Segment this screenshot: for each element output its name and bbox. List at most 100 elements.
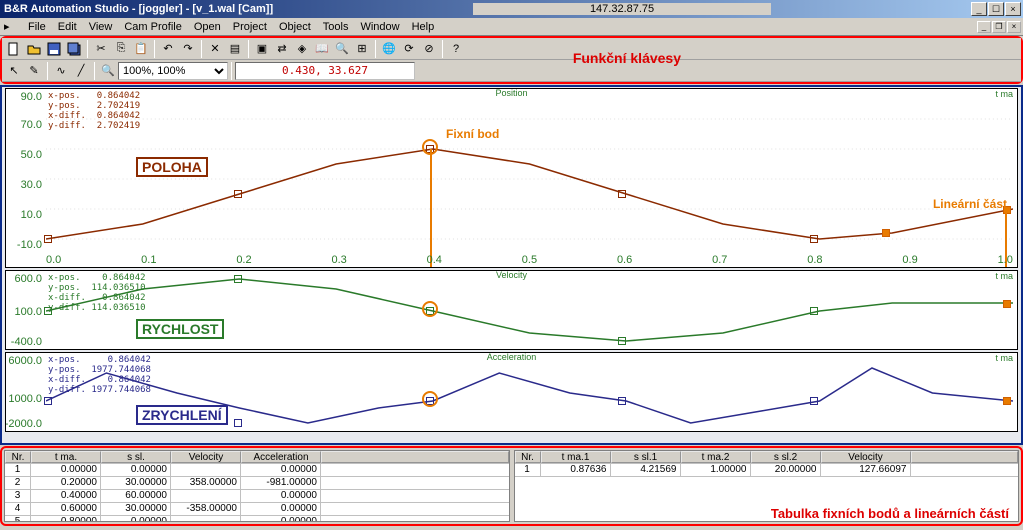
table-row[interactable]: 40.6000030.00000-358.000000.00000 <box>5 503 509 516</box>
table-cell[interactable]: 3 <box>5 490 31 502</box>
table-fixpoints[interactable]: Nr. t ma. s sl. Velocity Acceleration 10… <box>4 450 510 522</box>
table-row[interactable]: 10.876364.215691.0000020.00000127.66097 <box>515 464 1019 477</box>
table-cell[interactable]: 0.87636 <box>541 464 611 476</box>
menu-file[interactable]: File <box>22 20 52 34</box>
curve-marker[interactable] <box>618 190 626 198</box>
linear-marker[interactable] <box>1003 300 1011 308</box>
cut-icon[interactable]: ✂ <box>92 40 110 58</box>
col-ssl1[interactable]: s sl.1 <box>611 451 681 463</box>
table-cell[interactable]: 358.00000 <box>171 477 241 489</box>
chart-velocity[interactable]: Velocity t ma 600.0 100.0 -400.0 x-pos. … <box>5 270 1018 350</box>
table-row[interactable]: 20.2000030.00000358.00000-981.00000 <box>5 477 509 490</box>
table-cell[interactable]: 30.00000 <box>101 477 171 489</box>
table-row[interactable]: 50.800000.000000.00000 <box>5 516 509 522</box>
save-icon[interactable] <box>45 40 63 58</box>
table-cell[interactable] <box>171 516 241 522</box>
curve-marker[interactable] <box>234 190 242 198</box>
help-icon[interactable]: ? <box>447 40 465 58</box>
curve-marker[interactable] <box>234 419 242 427</box>
table-cell[interactable] <box>171 490 241 502</box>
col-velocity[interactable]: Velocity <box>821 451 911 463</box>
curve-marker[interactable] <box>44 397 52 405</box>
mdi-minimize-button[interactable]: _ <box>977 21 991 33</box>
zoom-select[interactable]: 100%, 100% <box>118 62 228 80</box>
pencil-icon[interactable]: ✎ <box>25 62 43 80</box>
table-cell[interactable]: 60.00000 <box>101 490 171 502</box>
table-cell[interactable]: 1 <box>5 464 31 476</box>
table-cell[interactable]: 5 <box>5 516 31 522</box>
close-button[interactable]: × <box>1005 2 1021 16</box>
curve-marker[interactable] <box>618 397 626 405</box>
table-cell[interactable]: 0.00000 <box>241 490 321 502</box>
table-cell[interactable]: 0.00000 <box>101 516 171 522</box>
menu-open[interactable]: Open <box>188 20 227 34</box>
menu-edit[interactable]: Edit <box>52 20 83 34</box>
table-row[interactable]: 30.4000060.00000 0.00000 <box>5 490 509 503</box>
line-icon[interactable]: ╱ <box>72 62 90 80</box>
paste-icon[interactable]: 📋 <box>132 40 150 58</box>
curve-marker[interactable] <box>234 275 242 283</box>
table-cell[interactable]: 0.00000 <box>241 464 321 476</box>
table-cell[interactable]: -981.00000 <box>241 477 321 489</box>
col-nr[interactable]: Nr. <box>515 451 541 463</box>
table-cell[interactable]: 4 <box>5 503 31 515</box>
table-cell[interactable]: 0.00000 <box>241 503 321 515</box>
table-cell[interactable]: 0.00000 <box>31 464 101 476</box>
table-cell[interactable]: -358.00000 <box>171 503 241 515</box>
open-icon[interactable] <box>25 40 43 58</box>
linear-marker[interactable] <box>1003 397 1011 405</box>
table-cell[interactable]: 0.80000 <box>31 516 101 522</box>
table-cell[interactable]: 0.20000 <box>31 477 101 489</box>
transfer-icon[interactable]: ⇄ <box>273 40 291 58</box>
monitor-icon[interactable]: ◈ <box>293 40 311 58</box>
chart-position[interactable]: Position t ma 90.0 70.0 50.0 30.0 10.0 -… <box>5 88 1018 268</box>
globe-icon[interactable]: 🌐 <box>380 40 398 58</box>
saveall-icon[interactable] <box>65 40 83 58</box>
col-tma1[interactable]: t ma.1 <box>541 451 611 463</box>
refresh-icon[interactable]: ⟳ <box>400 40 418 58</box>
delete-icon[interactable]: ✕ <box>206 40 224 58</box>
table-cell[interactable]: 0.00000 <box>101 464 171 476</box>
col-accel[interactable]: Acceleration <box>241 451 321 463</box>
maximize-button[interactable]: ☐ <box>988 2 1004 16</box>
curve-marker[interactable] <box>810 307 818 315</box>
table-cell[interactable]: 127.66097 <box>821 464 911 476</box>
menu-window[interactable]: Window <box>354 20 405 34</box>
menu-view[interactable]: View <box>83 20 119 34</box>
col-tma2[interactable]: t ma.2 <box>681 451 751 463</box>
curve-marker[interactable] <box>810 397 818 405</box>
menu-project[interactable]: Project <box>227 20 273 34</box>
menu-camprofile[interactable]: Cam Profile <box>118 20 187 34</box>
chart-acceleration[interactable]: Acceleration t ma 6000.0 1000.0 -2000.0 … <box>5 352 1018 432</box>
col-nr[interactable]: Nr. <box>5 451 31 463</box>
mdi-close-button[interactable]: × <box>1007 21 1021 33</box>
find-icon[interactable]: 🔍 <box>333 40 351 58</box>
table-cell[interactable]: 4.21569 <box>611 464 681 476</box>
arrow-icon[interactable]: ↖ <box>5 62 23 80</box>
table-row[interactable]: 10.000000.000000.00000 <box>5 464 509 477</box>
table-cell[interactable]: 0.40000 <box>31 490 101 502</box>
col-velocity[interactable]: Velocity <box>171 451 241 463</box>
book-icon[interactable]: 📖 <box>313 40 331 58</box>
properties-icon[interactable]: ▤ <box>226 40 244 58</box>
zoom-icon[interactable]: 🔍 <box>99 62 117 80</box>
copy-icon[interactable]: ⎘ <box>112 40 130 58</box>
table-cell[interactable]: 0.60000 <box>31 503 101 515</box>
undo-icon[interactable]: ↶ <box>159 40 177 58</box>
new-icon[interactable] <box>5 40 23 58</box>
menu-help[interactable]: Help <box>406 20 441 34</box>
build-icon[interactable]: ▣ <box>253 40 271 58</box>
table-cell[interactable]: 2 <box>5 477 31 489</box>
menu-object[interactable]: Object <box>273 20 317 34</box>
curve-marker[interactable] <box>44 307 52 315</box>
redo-icon[interactable]: ↷ <box>179 40 197 58</box>
table-cell[interactable]: 1 <box>515 464 541 476</box>
minimize-button[interactable]: _ <box>971 2 987 16</box>
table-cell[interactable]: 30.00000 <box>101 503 171 515</box>
curve-marker[interactable] <box>810 235 818 243</box>
curve-marker[interactable] <box>618 337 626 345</box>
menu-tools[interactable]: Tools <box>317 20 355 34</box>
table-cell[interactable]: 0.00000 <box>241 516 321 522</box>
curve-marker[interactable] <box>44 235 52 243</box>
col-ssl[interactable]: s sl. <box>101 451 171 463</box>
